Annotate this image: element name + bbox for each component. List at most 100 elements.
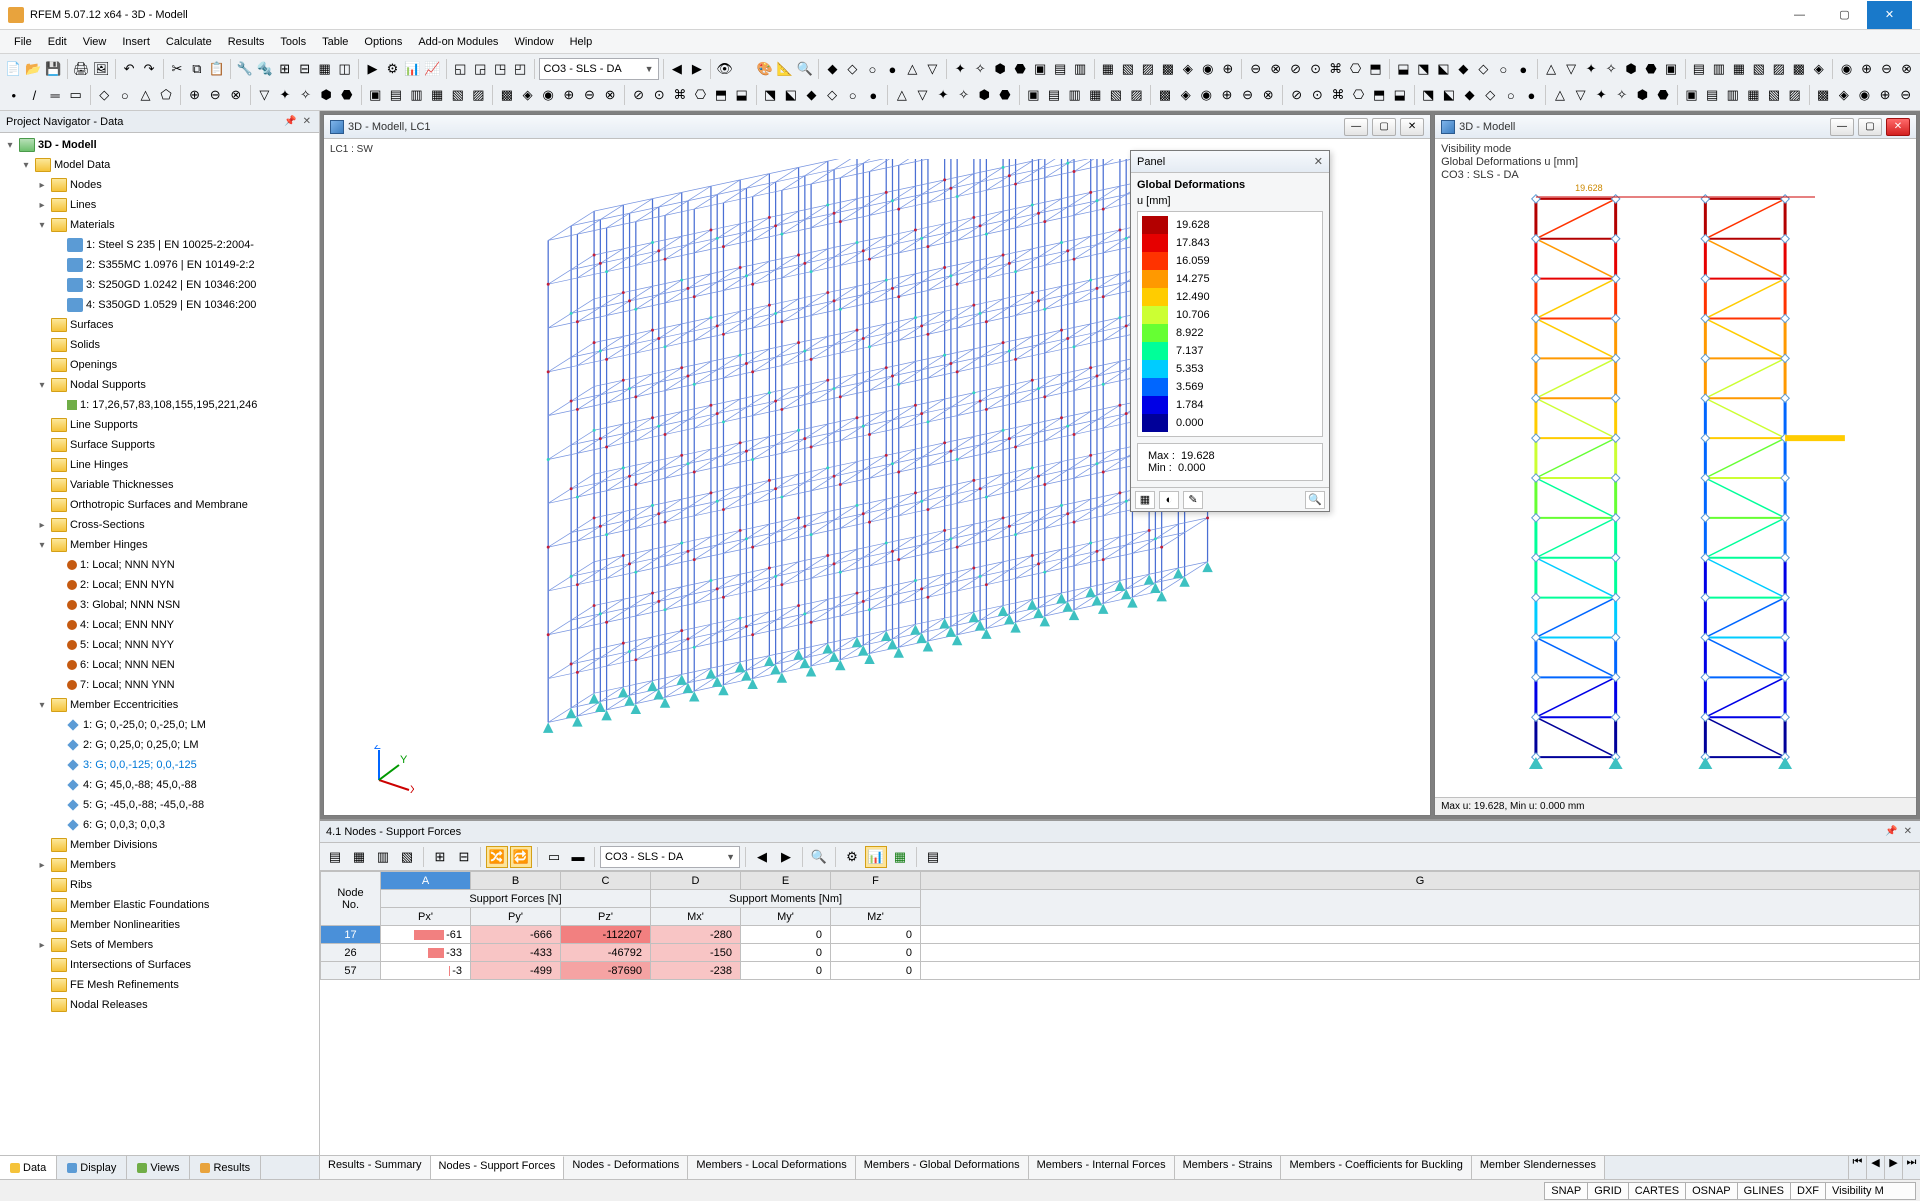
- tool-icon[interactable]: ▣: [1031, 58, 1050, 80]
- result-tab-active[interactable]: Nodes - Support Forces: [431, 1156, 565, 1179]
- prev-icon[interactable]: ◀: [667, 58, 686, 80]
- tool-icon[interactable]: ⎔: [1349, 84, 1369, 106]
- tool-icon[interactable]: ▤: [386, 84, 406, 106]
- tool-icon[interactable]: ⊕: [1857, 58, 1876, 80]
- navigator-tree[interactable]: ▾ 3D - Modell ▾ Model Data ▸Nodes ▸Lines…: [0, 133, 319, 1155]
- tree-item[interactable]: Ribs: [0, 875, 319, 895]
- tree-item[interactable]: ▸Lines: [0, 195, 319, 215]
- status-cartes[interactable]: CARTES: [1629, 1182, 1686, 1200]
- tool-icon[interactable]: ⬒: [1369, 84, 1389, 106]
- tool-icon[interactable]: ○: [115, 84, 135, 106]
- tool-icon[interactable]: ▦: [427, 84, 447, 106]
- tool-icon[interactable]: ◆: [802, 84, 822, 106]
- copy-icon[interactable]: ⧉: [187, 58, 206, 80]
- menu-help[interactable]: Help: [562, 33, 601, 51]
- tree-material[interactable]: 3: S250GD 1.0242 | EN 10346:200: [0, 275, 319, 295]
- tree-hinge[interactable]: 3: Global; NNN NSN: [0, 595, 319, 615]
- tool-icon[interactable]: ▽: [1562, 58, 1581, 80]
- tab-prev-icon[interactable]: ◀: [1866, 1156, 1884, 1179]
- tool-icon[interactable]: ▦: [348, 846, 370, 868]
- status-dxf[interactable]: DXF: [1791, 1182, 1826, 1200]
- tree-item[interactable]: ▾Member Eccentricities: [0, 695, 319, 715]
- tool-icon[interactable]: 🔍: [795, 58, 814, 80]
- panel-title-bar[interactable]: Panel ✕: [1131, 151, 1329, 173]
- tool-icon[interactable]: ▽: [255, 84, 275, 106]
- close-icon[interactable]: ✕: [1314, 155, 1323, 168]
- tool-icon[interactable]: 🔧: [235, 58, 254, 80]
- close-icon[interactable]: ✕: [1886, 118, 1910, 136]
- menu-calculate[interactable]: Calculate: [158, 33, 220, 51]
- tool-icon[interactable]: ⬢: [1622, 58, 1641, 80]
- tool-icon[interactable]: ▽: [1571, 84, 1591, 106]
- tool-icon[interactable]: ⊗: [1266, 58, 1285, 80]
- maximize-icon[interactable]: ▢: [1372, 118, 1396, 136]
- tool-icon[interactable]: ▧: [396, 846, 418, 868]
- tool-icon[interactable]: ⬢: [316, 84, 336, 106]
- tool-icon[interactable]: ◆: [1460, 84, 1480, 106]
- tool-icon[interactable]: ◈: [1176, 84, 1196, 106]
- tree-ecc[interactable]: 6: G; 0,0,3; 0,0,3: [0, 815, 319, 835]
- tree-item[interactable]: ▾Member Hinges: [0, 535, 319, 555]
- maximize-icon[interactable]: ▢: [1858, 118, 1882, 136]
- tool-icon[interactable]: 📊: [865, 846, 887, 868]
- tree-support[interactable]: 1: 17,26,57,83,108,155,195,221,246: [0, 395, 319, 415]
- tool-icon[interactable]: △: [903, 58, 922, 80]
- menu-file[interactable]: File: [6, 33, 40, 51]
- tool-icon[interactable]: 👁: [715, 58, 734, 80]
- tool-icon[interactable]: ✧: [971, 58, 990, 80]
- tool-icon[interactable]: ▤: [1702, 84, 1722, 106]
- tool-icon[interactable]: ✧: [296, 84, 316, 106]
- tool-icon[interactable]: ⬣: [1653, 84, 1673, 106]
- tool-icon[interactable]: ▥: [1709, 58, 1728, 80]
- tree-item[interactable]: ▸Cross-Sections: [0, 515, 319, 535]
- tool-icon[interactable]: ⬠: [156, 84, 176, 106]
- new-icon[interactable]: 📄: [4, 58, 23, 80]
- tool-icon[interactable]: ⊖: [580, 84, 600, 106]
- tool-icon[interactable]: ⎔: [691, 84, 711, 106]
- tool-icon[interactable]: ◇: [1474, 58, 1493, 80]
- menu-view[interactable]: View: [75, 33, 115, 51]
- tool-icon[interactable]: ▧: [448, 84, 468, 106]
- tree-item[interactable]: Surfaces: [0, 315, 319, 335]
- tree-item[interactable]: Solids: [0, 335, 319, 355]
- tree-item[interactable]: ▸Nodes: [0, 175, 319, 195]
- tree-item[interactable]: ▾Materials: [0, 215, 319, 235]
- tool-icon[interactable]: ⬣: [995, 84, 1015, 106]
- tool-icon[interactable]: ○: [863, 58, 882, 80]
- view-icon[interactable]: ◲: [471, 58, 490, 80]
- tool-icon[interactable]: ⊖: [1246, 58, 1265, 80]
- result-tab[interactable]: Members - Coefficients for Buckling: [1281, 1156, 1471, 1179]
- tool-icon[interactable]: ⚙: [383, 58, 402, 80]
- tool-icon[interactable]: ▩: [1155, 84, 1175, 106]
- tool-icon[interactable]: △: [136, 84, 156, 106]
- tool-icon[interactable]: ⊕: [559, 84, 579, 106]
- results-legend-panel[interactable]: Panel ✕ Global Deformations u [mm] 19.62…: [1130, 150, 1330, 512]
- tool-icon[interactable]: ▩: [497, 84, 517, 106]
- tree-hinge[interactable]: 6: Local; NNN NEN: [0, 655, 319, 675]
- tool-icon[interactable]: ▤: [324, 846, 346, 868]
- tool-icon[interactable]: ⊙: [649, 84, 669, 106]
- results-lc-combo[interactable]: CO3 - SLS - DA▼: [600, 846, 740, 868]
- tree-ecc[interactable]: 2: G; 0,25,0; 0,25,0; LM: [0, 735, 319, 755]
- tree-item[interactable]: Surface Supports: [0, 435, 319, 455]
- tool-icon[interactable]: ▩: [1158, 58, 1177, 80]
- status-glines[interactable]: GLINES: [1738, 1182, 1791, 1200]
- tree-material[interactable]: 1: Steel S 235 | EN 10025-2:2004-: [0, 235, 319, 255]
- tool-icon[interactable]: ▥: [372, 846, 394, 868]
- tool-icon[interactable]: ▩: [1789, 58, 1808, 80]
- nav-tab-data[interactable]: Data: [0, 1156, 57, 1179]
- tool-icon[interactable]: ⊖: [1896, 84, 1916, 106]
- tree-item[interactable]: Variable Thicknesses: [0, 475, 319, 495]
- result-tab[interactable]: Member Slendernesses: [1472, 1156, 1605, 1179]
- node-icon[interactable]: •: [4, 84, 24, 106]
- calculate-icon[interactable]: ▶: [363, 58, 382, 80]
- tool-icon[interactable]: ▧: [1106, 84, 1126, 106]
- tool-icon[interactable]: ◆: [823, 58, 842, 80]
- result-tab[interactable]: Nodes - Deformations: [564, 1156, 688, 1179]
- tool-icon[interactable]: ⊕: [1875, 84, 1895, 106]
- status-osnap[interactable]: OSNAP: [1686, 1182, 1738, 1200]
- member-icon[interactable]: ═: [45, 84, 65, 106]
- tool-icon[interactable]: 🎨: [755, 58, 774, 80]
- tree-ecc[interactable]: 5: G; -45,0,-88; -45,0,-88: [0, 795, 319, 815]
- tool-icon[interactable]: ⊘: [629, 84, 649, 106]
